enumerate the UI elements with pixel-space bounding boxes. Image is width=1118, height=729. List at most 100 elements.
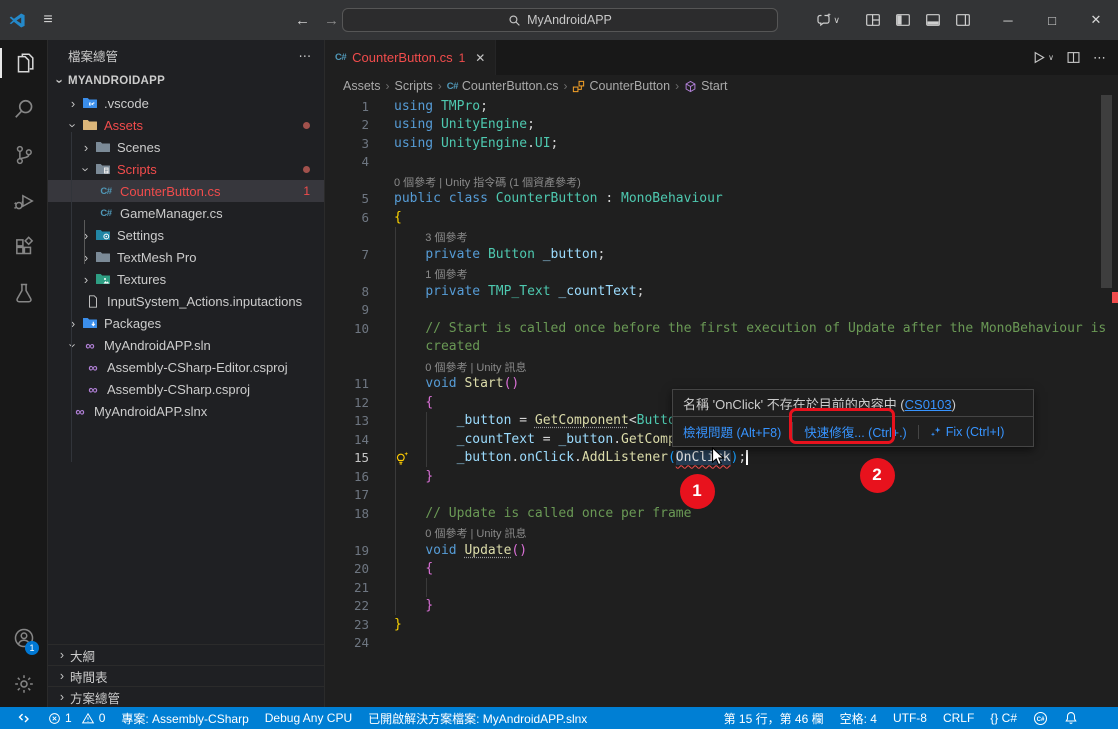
tree-item-inputsystem-actions-inputactions[interactable]: InputSystem_Actions.inputactions: [48, 290, 324, 312]
breadcrumb-file[interactable]: C#CounterButton.cs: [447, 79, 559, 93]
code-line-6[interactable]: 6{: [325, 208, 1118, 227]
notifications-bell-icon[interactable]: [1056, 707, 1086, 729]
tree-item-textmesh-pro[interactable]: ›TextMesh Pro: [48, 246, 324, 268]
code-line-10[interactable]: 10 // Start is called once before the fi…: [325, 319, 1118, 338]
customize-layout-icon[interactable]: [858, 0, 888, 40]
project-status[interactable]: 專案: Assembly-CSharp: [113, 707, 256, 729]
run-debug-icon[interactable]: [0, 178, 47, 224]
command-center-search[interactable]: MyAndroidAPP: [342, 8, 778, 32]
code-line-1[interactable]: 1using TMPro;: [325, 97, 1118, 116]
error-hover-popup[interactable]: 名稱 'OnClick' 不存在於目前的內容中 (CS0103) 檢視問題 (A…: [672, 389, 1034, 447]
more-actions-icon[interactable]: ⋯: [299, 48, 313, 63]
code-line-9[interactable]: 9: [325, 301, 1118, 320]
codelens[interactable]: 0 個參考 | Unity 訊息: [325, 356, 1118, 375]
breadcrumb-assets[interactable]: Assets: [343, 79, 381, 93]
tree-item-assembly-csharp-editor-csproj[interactable]: ∞Assembly-CSharp-Editor.csproj: [48, 356, 324, 378]
back-button[interactable]: ←: [295, 12, 310, 29]
close-button[interactable]: ✕: [1074, 0, 1118, 40]
toggle-primary-sidebar-icon[interactable]: [888, 0, 918, 40]
tree-item-myandroidapp-sln[interactable]: ›∞MyAndroidAPP.sln: [48, 334, 324, 356]
code-line-5[interactable]: 5public class CounterButton : MonoBehavi…: [325, 190, 1118, 209]
editor-more-actions-icon[interactable]: ⋯: [1093, 50, 1106, 66]
tab-counterbutton[interactable]: C# CounterButton.cs 1 ✕: [325, 40, 496, 75]
toggle-secondary-sidebar-icon[interactable]: [948, 0, 978, 40]
code-line-8[interactable]: 8 private TMP_Text _countText;: [325, 282, 1118, 301]
run-button[interactable]: ∨: [1031, 50, 1054, 65]
forward-button[interactable]: →: [324, 12, 339, 29]
tree-item-packages[interactable]: ›Packages: [48, 312, 324, 334]
quick-fix-action[interactable]: 快速修復... (Ctrl+.): [792, 422, 917, 441]
codelens[interactable]: 0 個參考 | Unity 訊息: [325, 523, 1118, 542]
code-line-21[interactable]: 21: [325, 578, 1118, 597]
code-line-15[interactable]: 15 _button.onClick.AddListener(OnClick);: [325, 449, 1118, 468]
tree-item-assembly-csharp-csproj[interactable]: ∞Assembly-CSharp.csproj: [48, 378, 324, 400]
breadcrumb-method[interactable]: Start: [684, 79, 727, 93]
code-line-3[interactable]: 3using UnityEngine.UI;: [325, 134, 1118, 153]
tab-close-icon[interactable]: ✕: [475, 51, 485, 65]
indentation-status[interactable]: 空格: 4: [832, 707, 885, 729]
codelens[interactable]: 1 個參考: [325, 264, 1118, 283]
settings-gear-icon[interactable]: [0, 661, 47, 707]
account-icon[interactable]: 1: [0, 615, 47, 661]
tree-item-assets[interactable]: ›Assets: [48, 114, 324, 136]
copilot-dropdown-caret[interactable]: ∨: [833, 15, 840, 26]
tree-item-gamemanager-cs[interactable]: C#GameManager.cs: [48, 202, 324, 224]
cursor-position-status[interactable]: 第 15 行，第 46 欄: [716, 707, 832, 729]
section-timeline[interactable]: ›時間表: [48, 665, 324, 686]
code-line-16[interactable]: 16 }: [325, 467, 1118, 486]
split-editor-icon[interactable]: [1066, 50, 1081, 65]
extensions-icon[interactable]: [0, 224, 47, 270]
code-line-18[interactable]: 18 // Update is called once per frame: [325, 504, 1118, 523]
explorer-sidebar: 檔案總管 ⋯ ›MYANDROIDAPP›.vscode›Assets›Scen…: [48, 40, 325, 707]
toggle-panel-icon[interactable]: [918, 0, 948, 40]
tree-item-counterbutton-cs[interactable]: C#CounterButton.cs1: [48, 180, 324, 202]
section-solution-explorer[interactable]: ›方案總管: [48, 686, 324, 707]
tree-item-myandroidapp-slnx[interactable]: ∞MyAndroidAPP.slnx: [48, 400, 324, 422]
code-line-20[interactable]: 20 {: [325, 560, 1118, 579]
lightbulb-icon[interactable]: [395, 451, 410, 466]
encoding-status[interactable]: UTF-8: [885, 707, 935, 729]
tree-item-scripts[interactable]: ›Scripts: [48, 158, 324, 180]
breadcrumb-class[interactable]: CounterButton: [572, 79, 670, 93]
codelens[interactable]: 3 個參考: [325, 227, 1118, 246]
source-control-icon[interactable]: [0, 132, 47, 178]
build-config-status[interactable]: Debug Any CPU: [257, 707, 360, 729]
tree-item-settings[interactable]: ›Settings: [48, 224, 324, 246]
problems-indicator[interactable]: 1 0: [40, 707, 113, 729]
view-problem-action[interactable]: 檢視問題 (Alt+F8): [683, 422, 792, 441]
code-area[interactable]: 1using TMPro;2using UnityEngine;3using U…: [325, 97, 1118, 652]
maximize-button[interactable]: □: [1030, 0, 1074, 40]
code-line-2[interactable]: 2using UnityEngine;: [325, 116, 1118, 135]
code-line-19[interactable]: 19 void Update(): [325, 541, 1118, 560]
code-line-7[interactable]: 7 private Button _button;: [325, 245, 1118, 264]
search-icon: [508, 14, 521, 27]
menu-icon[interactable]: ≡: [34, 11, 62, 29]
section-outline[interactable]: ›大綱: [48, 644, 324, 665]
error-code-link[interactable]: CS0103: [905, 397, 952, 412]
packages-icon: [81, 315, 99, 331]
solution-status[interactable]: 已開啟解決方案檔案: MyAndroidAPP.slnx: [360, 707, 595, 729]
language-mode-status[interactable]: {} C#: [982, 707, 1025, 729]
tree-item-textures[interactable]: ›Textures: [48, 268, 324, 290]
code-line-17[interactable]: 17: [325, 486, 1118, 505]
remote-indicator[interactable]: [10, 707, 40, 729]
eol-status[interactable]: CRLF: [935, 707, 982, 729]
code-line-23[interactable]: 23}: [325, 615, 1118, 634]
code-line-wrap[interactable]: created: [325, 338, 1118, 357]
code-line-4[interactable]: 4: [325, 153, 1118, 172]
breadcrumb-scripts[interactable]: Scripts: [395, 79, 433, 93]
csharp-devkit-icon[interactable]: C#: [1025, 707, 1056, 729]
testing-icon[interactable]: [0, 270, 47, 316]
ai-fix-action[interactable]: Fix (Ctrl+I): [918, 425, 1016, 439]
tree-item--vscode[interactable]: ›.vscode: [48, 92, 324, 114]
file-icon: [84, 294, 102, 309]
code-line-22[interactable]: 22 }: [325, 597, 1118, 616]
code-text: {: [394, 561, 433, 576]
tree-item-myandroidapp[interactable]: ›MYANDROIDAPP: [48, 70, 324, 92]
codelens[interactable]: 0 個參考 | Unity 指令碼 (1 個資產參考): [325, 171, 1118, 190]
tree-item-scenes[interactable]: ›Scenes: [48, 136, 324, 158]
minimize-button[interactable]: ─: [986, 0, 1030, 40]
code-line-24[interactable]: 24: [325, 634, 1118, 653]
search-view-icon[interactable]: [0, 86, 47, 132]
explorer-icon[interactable]: [0, 40, 47, 86]
